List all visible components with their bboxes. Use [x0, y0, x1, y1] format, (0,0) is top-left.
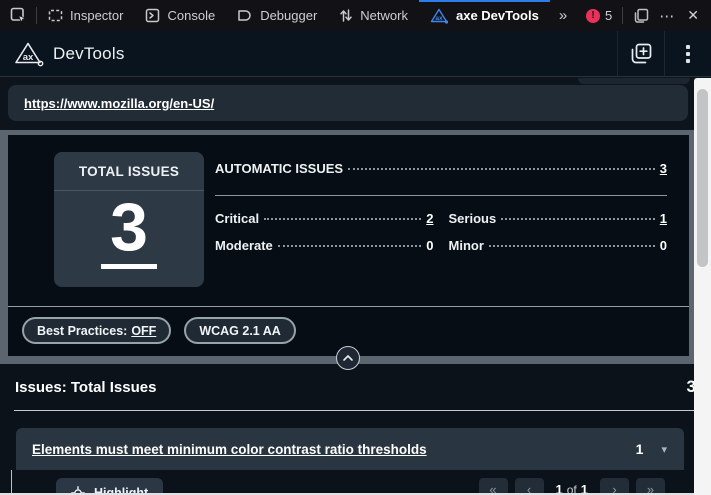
summary-panel: TOTAL ISSUES 3 AUTOMATIC ISSUES 3 Criti — [8, 135, 689, 356]
tab-label: Debugger — [260, 8, 317, 23]
expand-caret-icon[interactable]: ▾ — [661, 443, 667, 456]
best-practices-label: Best Practices: — [37, 324, 127, 338]
severity-value-link[interactable]: 2 — [426, 211, 433, 226]
split-console-button[interactable] — [633, 8, 649, 24]
issue-detail-area: Highlight « ‹ 1 of 1 › » — [11, 470, 689, 495]
scan-new-page-button[interactable] — [618, 31, 664, 76]
axe-logo-icon: ax — [430, 8, 449, 24]
automatic-issues-value-link[interactable]: 3 — [660, 161, 667, 176]
total-issues-card: TOTAL ISSUES 3 — [54, 152, 204, 287]
tab-debugger[interactable]: Debugger — [226, 0, 328, 31]
dot-leader — [264, 218, 421, 220]
tab-console[interactable]: Console — [134, 0, 226, 31]
severity-value: 0 — [660, 238, 667, 253]
element-picker-icon — [10, 7, 27, 24]
axe-logo-icon: ax — [14, 41, 44, 67]
issues-header-divider — [14, 410, 697, 411]
severity-row-critical: Critical 2 — [215, 211, 434, 231]
issues-section: Issues: Total Issues 3 Elements must mee… — [0, 364, 711, 495]
scrollbar-track[interactable] — [694, 78, 711, 495]
chevron-up-icon — [342, 354, 354, 362]
axe-header: ax DevTools — [0, 31, 711, 77]
tab-label: Inspector — [70, 8, 123, 23]
tab-inspector[interactable]: Inspector — [37, 0, 134, 31]
collapse-summary-button[interactable] — [336, 346, 360, 370]
devtools-menu-button[interactable]: ⋯ — [659, 7, 675, 25]
error-icon: ! — [586, 9, 600, 23]
console-icon — [145, 8, 160, 23]
devtools-tabbar: Inspector Console Debugger Network — [0, 0, 711, 31]
scanned-url-card: https://www.mozilla.org/en-US/ — [8, 85, 688, 121]
wcag-label: WCAG 2.1 AA — [199, 324, 281, 338]
tab-label: Console — [167, 8, 215, 23]
summary-breakdown: AUTOMATIC ISSUES 3 Critical 2 Serious — [215, 161, 667, 258]
severity-label: Serious — [449, 211, 497, 226]
inspector-icon — [48, 8, 63, 23]
svg-text:ax: ax — [435, 15, 443, 22]
header-actions — [617, 31, 711, 76]
scrolled-button-remnant — [578, 78, 690, 84]
tab-network[interactable]: Network — [328, 0, 419, 31]
error-count-badge[interactable]: ! 5 — [586, 8, 612, 23]
severity-value: 0 — [426, 238, 433, 253]
dot-leader — [489, 245, 655, 247]
dot-leader — [348, 168, 655, 170]
issues-header: Issues: Total Issues 3 — [0, 364, 711, 410]
debugger-icon — [237, 8, 253, 23]
tab-axe-devtools[interactable]: ax axe DevTools — [419, 0, 550, 31]
best-practices-value: OFF — [131, 324, 156, 338]
split-console-icon — [633, 8, 649, 24]
issue-title-link[interactable]: Elements must meet minimum color contras… — [32, 442, 427, 457]
element-picker-button[interactable] — [0, 0, 36, 31]
close-devtools-button[interactable]: ✕ — [685, 7, 701, 24]
severity-row-serious: Serious 1 — [449, 211, 668, 231]
severity-row-moderate: Moderate 0 — [215, 238, 434, 258]
automatic-issues-label: AUTOMATIC ISSUES — [215, 161, 343, 176]
severity-label: Moderate — [215, 238, 273, 253]
wcag-pill[interactable]: WCAG 2.1 AA — [184, 317, 296, 344]
severity-grid: Critical 2 Serious 1 Moderate 0 — [215, 211, 667, 258]
error-count: 5 — [605, 8, 612, 23]
tab-label: axe DevTools — [456, 8, 539, 23]
network-icon — [339, 8, 353, 23]
standards-pills: Best Practices: OFF WCAG 2.1 AA — [22, 317, 296, 344]
breakdown-divider — [215, 195, 667, 196]
kebab-menu-icon — [685, 44, 691, 64]
severity-value-link[interactable]: 1 — [660, 211, 667, 226]
panel-title: DevTools — [53, 44, 125, 64]
tabbar-right-controls: ! 5 ⋯ ✕ — [586, 7, 711, 25]
total-issues-label: TOTAL ISSUES — [54, 152, 204, 191]
tab-label: Network — [360, 8, 408, 23]
total-issues-value-link[interactable]: 3 — [101, 193, 157, 269]
severity-label: Critical — [215, 211, 259, 226]
scanned-url-link[interactable]: https://www.mozilla.org/en-US/ — [24, 96, 214, 111]
dot-leader — [501, 218, 655, 220]
options-menu-button[interactable] — [665, 31, 711, 76]
severity-row-minor: Minor 0 — [449, 238, 668, 258]
severity-label: Minor — [449, 238, 484, 253]
devtools-window: Inspector Console Debugger Network — [0, 0, 711, 495]
summary-frame: TOTAL ISSUES 3 AUTOMATIC ISSUES 3 Criti — [0, 130, 694, 364]
dot-leader — [278, 245, 421, 247]
issue-row[interactable]: Elements must meet minimum color contras… — [16, 428, 684, 470]
tab-overflow-button[interactable]: » — [550, 7, 575, 24]
pills-divider — [8, 306, 689, 307]
issue-count: 1 — [636, 441, 644, 457]
issues-heading: Issues: Total Issues — [15, 379, 156, 396]
add-page-icon — [629, 42, 653, 66]
tabbar-divider — [622, 7, 623, 24]
svg-text:ax: ax — [23, 52, 34, 63]
axe-content: https://www.mozilla.org/en-US/ TOTAL ISS… — [0, 77, 711, 495]
best-practices-pill[interactable]: Best Practices: OFF — [22, 317, 171, 344]
scrollbar-thumb[interactable] — [697, 89, 708, 267]
automatic-issues-row: AUTOMATIC ISSUES 3 — [215, 161, 667, 181]
